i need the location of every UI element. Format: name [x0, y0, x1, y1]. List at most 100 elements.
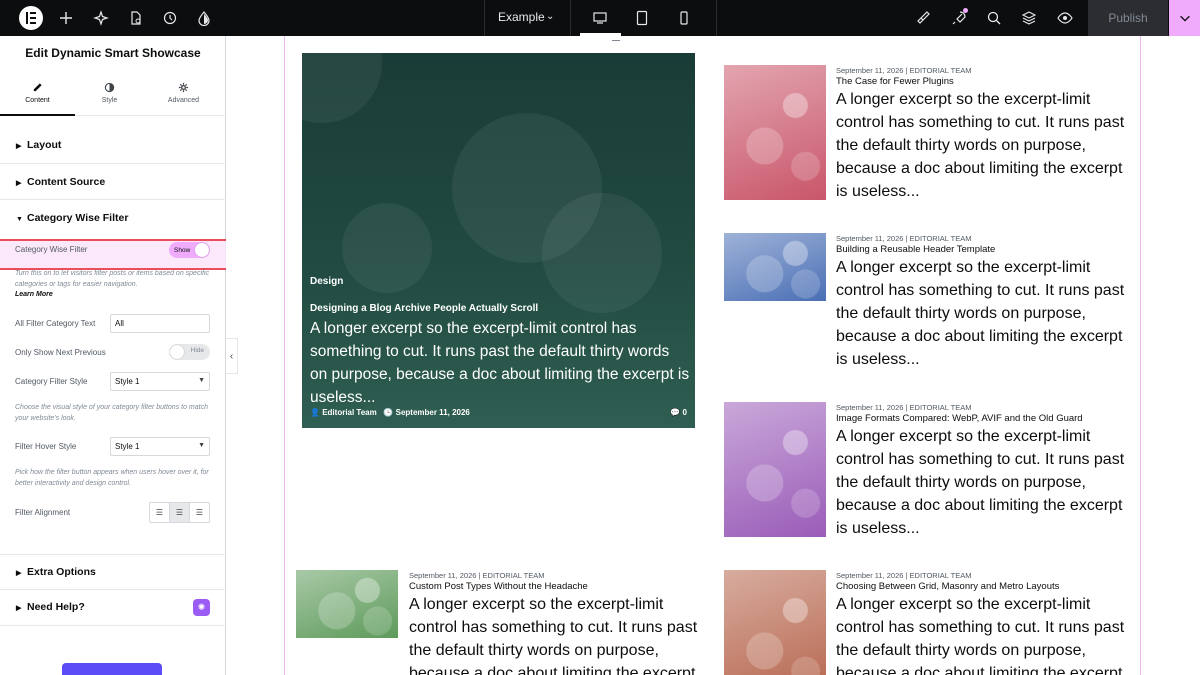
caret-down-icon: ▼ [198, 442, 205, 449]
post-excerpt: A longer excerpt so the excerpt-limit co… [836, 259, 1125, 368]
comment-count: 0 [682, 408, 687, 417]
post-thumbnail[interactable] [724, 402, 826, 537]
post-title[interactable]: The Case for Fewer Plugins [836, 76, 954, 87]
align-left-icon[interactable]: ☰ [150, 503, 170, 522]
panel-footer-button[interactable] [62, 663, 162, 675]
caret-down-icon: ▼ [16, 216, 23, 223]
publish-button[interactable]: Publish [1088, 0, 1168, 36]
theme-style-icon[interactable] [192, 6, 216, 30]
featured-title[interactable]: Designing a Blog Archive People Actually… [310, 303, 538, 314]
collapse-panel-chevron-icon[interactable]: ‹ [226, 338, 238, 374]
elementor-logo-icon[interactable] [19, 6, 43, 30]
half-circle-icon [104, 82, 115, 93]
featured-category[interactable]: Design [310, 276, 343, 287]
post-thumbnail[interactable] [296, 570, 398, 638]
publish-options-chevron-icon[interactable] [1169, 0, 1200, 36]
toggle-knob [195, 243, 209, 257]
only-show-next-previous-label: Only Show Next Previous [15, 348, 106, 357]
post-title[interactable]: Building a Reusable Header Template [836, 244, 995, 255]
clock-icon: 🕒 [383, 408, 394, 417]
bokeh-circle [342, 203, 432, 293]
preview-eye-icon[interactable] [1053, 6, 1077, 30]
brush-icon[interactable] [911, 6, 935, 30]
panel-tabs: Content Style Advanced [0, 78, 226, 116]
ai-assistant-icon[interactable]: ✺ [193, 599, 210, 616]
caret-right-icon: ▶ [16, 605, 22, 612]
category-filter-style-select[interactable]: Style 1 ▼ [110, 372, 210, 391]
post-meta: September 11, 2026 | EDITORIAL TEAM [836, 66, 972, 75]
filter-alignment-label: Filter Alignment [15, 508, 71, 517]
featured-author[interactable]: Editorial Team [322, 408, 377, 417]
featured-comments[interactable]: 💬 0 [670, 408, 687, 417]
divider [570, 0, 571, 36]
tablet-icon[interactable] [630, 6, 654, 30]
learn-more-link[interactable]: Learn More [15, 291, 53, 298]
page-settings-icon[interactable] [124, 6, 148, 30]
editor-panel: Edit Dynamic Smart Showcase Content Styl… [0, 36, 226, 675]
layers-icon[interactable] [1017, 6, 1041, 30]
featured-post-card[interactable]: Design Designing a Blog Archive People A… [302, 53, 695, 428]
bokeh-circle [302, 53, 382, 123]
post-meta: September 11, 2026 | EDITORIAL TEAM [836, 403, 972, 412]
post-thumbnail[interactable] [724, 233, 826, 301]
mobile-icon[interactable] [672, 6, 696, 30]
featured-excerpt: A longer excerpt so the excerpt-limit co… [310, 320, 690, 406]
post-title[interactable]: Custom Post Types Without the Headache [409, 581, 588, 592]
section-content-source[interactable]: ▶ Content Source [0, 164, 226, 200]
section-layout[interactable]: ▶ Layout [0, 128, 226, 164]
post-meta: September 11, 2026 | EDITORIAL TEAM [836, 571, 972, 580]
align-right-icon[interactable]: ☰ [190, 503, 209, 522]
toggle-knob [170, 345, 184, 359]
caret-down-icon: ▼ [198, 377, 205, 384]
section-label: Content Source [27, 176, 106, 188]
add-element-icon[interactable] [54, 6, 78, 30]
pencil-icon [33, 83, 42, 92]
post-title[interactable]: Image Formats Compared: WebP, AVIF and t… [836, 413, 1083, 424]
filter-hover-style-label: Filter Hover Style [15, 442, 77, 451]
bokeh-circle [542, 193, 662, 313]
post-excerpt: A longer excerpt so the excerpt-limit co… [836, 596, 1125, 675]
post-excerpt: A longer excerpt so the excerpt-limit co… [836, 428, 1125, 537]
category-filter-style-label: Category Filter Style [15, 377, 88, 386]
frame-handle [612, 40, 620, 41]
toggle-label: Hide [190, 347, 204, 354]
post-thumbnail[interactable] [724, 570, 826, 675]
toggle-label: Show [174, 246, 191, 254]
filter-alignment-group: ☰ ☰ ☰ [149, 502, 210, 523]
post-meta: September 11, 2026 | EDITORIAL TEAM [836, 234, 972, 243]
search-icon[interactable] [982, 6, 1006, 30]
tab-advanced[interactable]: Advanced [146, 82, 221, 116]
section-extra-options[interactable]: ▶ Extra Options [0, 554, 226, 590]
only-show-next-previous-toggle[interactable]: Hide [169, 344, 210, 360]
tab-label: Advanced [167, 97, 200, 104]
category-wise-filter-label: Category Wise Filter [15, 245, 88, 254]
category-wise-filter-toggle[interactable]: Show [169, 242, 210, 258]
help-text: Turn this on to let visitors filter post… [15, 270, 210, 288]
featured-date: September 11, 2026 [395, 408, 470, 417]
divider [484, 0, 485, 36]
notification-dot [963, 8, 968, 13]
desktop-icon[interactable] [588, 6, 612, 30]
post-thumbnail[interactable] [724, 65, 826, 200]
top-bar: Example ⌄ Publish [0, 0, 1200, 36]
select-value: Style 1 [115, 377, 140, 386]
history-icon[interactable] [158, 6, 182, 30]
post-title[interactable]: Choosing Between Grid, Masonry and Metro… [836, 581, 1059, 592]
post-excerpt: A longer excerpt so the excerpt-limit co… [409, 596, 698, 675]
all-filter-text-input[interactable]: All [110, 314, 210, 333]
filter-hover-style-select[interactable]: Style 1 ▼ [110, 437, 210, 456]
post-meta: September 11, 2026 | EDITORIAL TEAM [409, 571, 545, 580]
section-label: Extra Options [27, 566, 96, 578]
select-value: Style 1 [115, 442, 140, 451]
tab-style[interactable]: Style [72, 82, 147, 116]
all-filter-text-label: All Filter Category Text [15, 319, 96, 328]
comments-icon: 💬 [670, 408, 681, 417]
align-center-icon[interactable]: ☰ [170, 503, 190, 522]
post-excerpt: A longer excerpt so the excerpt-limit co… [836, 91, 1125, 200]
tab-content[interactable]: Content [0, 82, 75, 116]
tab-label: Content [25, 97, 50, 104]
chevron-down-icon[interactable]: ⌄ [546, 11, 554, 22]
ai-sparkle-icon[interactable] [89, 6, 113, 30]
section-category-wise-filter[interactable]: ▼ Category Wise Filter [0, 200, 226, 240]
site-name[interactable]: Example [498, 10, 545, 24]
